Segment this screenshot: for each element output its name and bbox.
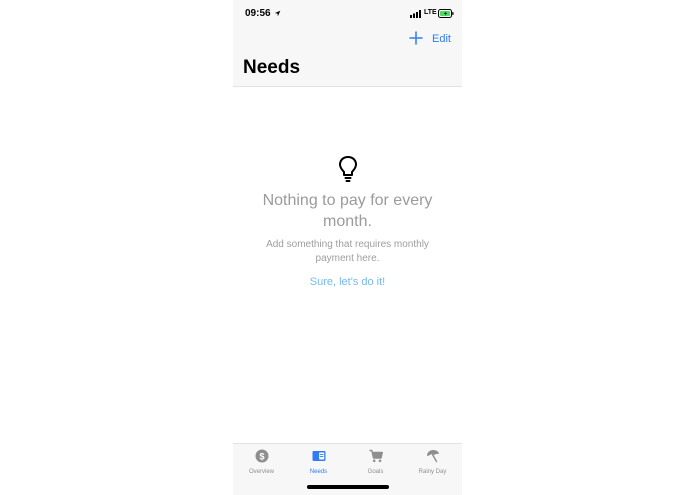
book-icon bbox=[312, 451, 325, 461]
empty-state-subtitle: Add something that requires monthly paym… bbox=[266, 239, 429, 264]
phone-screen: 09:56 LTE Edit Needs Nothing to pay for … bbox=[233, 0, 462, 495]
edit-button[interactable]: Edit bbox=[432, 33, 451, 45]
network-label: LTE bbox=[424, 9, 437, 16]
status-time: 09:56 bbox=[245, 8, 271, 19]
tab-label: Goals bbox=[367, 469, 384, 475]
tab-rainy-day[interactable]: Rainy Day bbox=[404, 449, 461, 475]
tab-overview[interactable]: $ Overview bbox=[233, 449, 290, 475]
location-arrow-icon bbox=[274, 10, 281, 17]
empty-state-title: Nothing to pay for every month. bbox=[262, 192, 433, 230]
tab-needs[interactable]: Needs bbox=[290, 449, 347, 475]
dollar-coin-icon: $ bbox=[255, 449, 268, 463]
page-title: Needs bbox=[243, 57, 301, 78]
navigation-bar: 09:56 LTE Edit Needs bbox=[233, 0, 462, 87]
cart-icon bbox=[369, 449, 383, 463]
tab-label: Needs bbox=[309, 469, 328, 475]
tab-goals[interactable]: Goals bbox=[347, 449, 404, 475]
battery-icon bbox=[438, 9, 454, 18]
empty-state: Nothing to pay for every month. Add some… bbox=[233, 150, 462, 290]
home-indicator[interactable] bbox=[307, 485, 389, 489]
tab-label: Overview bbox=[248, 469, 274, 475]
signal-bars-icon bbox=[410, 10, 421, 18]
tab-label: Rainy Day bbox=[418, 469, 447, 475]
svg-text:$: $ bbox=[259, 451, 264, 461]
lightbulb-icon bbox=[338, 156, 357, 182]
umbrella-icon bbox=[426, 450, 439, 463]
add-button[interactable] bbox=[409, 31, 423, 45]
add-need-link[interactable]: Sure, let's do it! bbox=[310, 276, 385, 288]
